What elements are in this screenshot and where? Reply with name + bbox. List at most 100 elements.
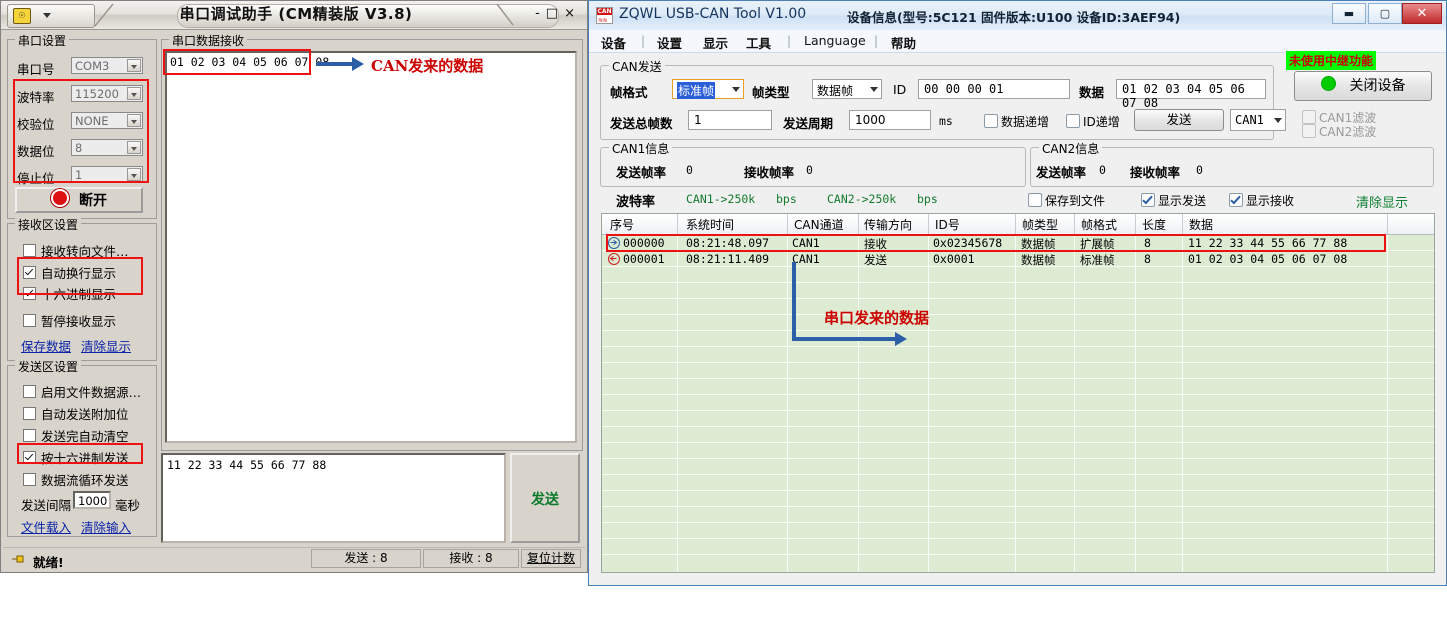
can-data-input[interactable]: 01 02 03 04 05 06 07 08 (1116, 79, 1266, 99)
can-channel-combo[interactable]: CAN1 (1230, 109, 1286, 131)
frame-type-label: 帧类型 (752, 82, 790, 101)
sent-count-cell: 发送 : 8 (311, 549, 421, 568)
table-header-length[interactable]: 长度 (1142, 216, 1166, 233)
checkbox-enable-file-source-label: 启用文件数据源… (41, 385, 141, 400)
annotation-arrow-horiz-serial (792, 337, 897, 341)
grid-line (602, 506, 1434, 507)
serial-window-titlebar: ☉ 串口调试助手 (CM精装版 V3.8) -□× (1, 1, 587, 30)
checkbox-show-send[interactable]: 显示发送 (1141, 192, 1206, 209)
table-header-frame-format[interactable]: 帧格式 (1081, 216, 1117, 233)
chevron-down-icon[interactable] (1274, 118, 1282, 123)
checkbox-show-recv[interactable]: 显示接收 (1229, 192, 1294, 209)
can1-rx-rate-value: 0 (806, 163, 813, 177)
close-device-button-label: 关闭设备 (1350, 78, 1406, 94)
chevron-down-icon[interactable] (732, 87, 740, 92)
chevron-down-icon[interactable] (127, 168, 141, 181)
direction-send-icon (608, 253, 620, 265)
can-id-input[interactable]: 00 00 00 01 (918, 79, 1070, 99)
can-app-icon: CAN ≋≋ (596, 7, 613, 24)
checkbox-hex-display[interactable]: 十六进制显示 (23, 284, 116, 303)
save-data-link[interactable]: 保存数据 (21, 336, 71, 355)
checkbox-enable-file-source[interactable]: 启用文件数据源… (23, 382, 141, 401)
checkbox-icon (23, 451, 36, 464)
reset-counter-button[interactable]: 复位计数 (521, 549, 581, 568)
chevron-down-icon[interactable] (127, 141, 141, 154)
table-header-channel[interactable]: CAN通道 (794, 216, 844, 233)
databits-value: 8 (75, 141, 82, 155)
table-header-data[interactable]: 数据 (1189, 216, 1213, 233)
send-interval-unit: 毫秒 (115, 495, 140, 514)
menu-display[interactable]: 显示 (703, 33, 728, 52)
menu-device[interactable]: 设备 (601, 33, 626, 52)
checkbox-recv-to-file[interactable]: 接收转向文件… (23, 241, 129, 260)
can-device-info: 设备信息(型号:5C121 固件版本:U100 设备ID:3AEF94) (847, 7, 1180, 26)
chevron-down-icon[interactable] (43, 13, 51, 18)
checkbox-data-increment[interactable]: 数据递增 (984, 113, 1049, 130)
serial-send-button[interactable]: 发送 (510, 453, 580, 543)
recv-data-caption: 串口数据接收 (169, 32, 247, 49)
clear-display-link[interactable]: 清除显示 (81, 336, 131, 355)
close-icon[interactable]: × (564, 6, 581, 21)
annotation-arrow-vert-serial (792, 262, 796, 341)
chevron-down-icon[interactable] (127, 59, 141, 72)
frame-format-combo[interactable]: 标准帧 (672, 79, 744, 99)
can-minimize-button[interactable]: ▬ (1332, 3, 1366, 24)
checkbox-auto-append[interactable]: 自动发送附加位 (23, 404, 129, 423)
checkbox-save-to-file[interactable]: 保存到文件 (1028, 192, 1105, 209)
recv-data-textarea[interactable]: 01 02 03 04 05 06 07 08 (165, 51, 577, 443)
maximize-icon[interactable]: □ (546, 6, 564, 21)
table-row[interactable]: 000000 08:21:48.097 CAN1 接收 0x02345678 数… (602, 235, 1434, 251)
grid-line (602, 298, 1434, 299)
table-header-direction[interactable]: 传输方向 (864, 216, 912, 233)
chevron-down-icon[interactable] (870, 87, 878, 92)
parity-value: NONE (75, 114, 109, 128)
grid-line (602, 522, 1434, 523)
menu-help[interactable]: 帮助 (891, 33, 916, 52)
send-data-textarea[interactable]: 11 22 33 44 55 66 77 88 (161, 453, 506, 543)
can-message-table[interactable]: 序号 系统时间 CAN通道 传输方向 ID号 帧类型 帧格式 长度 数据 (601, 213, 1435, 573)
serial-window-title: 串口调试助手 (CM精装版 V3.8) (101, 1, 491, 28)
can-close-button[interactable]: ✕ (1402, 3, 1442, 24)
checkbox-id-increment[interactable]: ID递增 (1066, 113, 1120, 130)
table-row[interactable]: 000001 08:21:11.409 CAN1 发送 0x0001 数据帧 标… (602, 251, 1434, 267)
chevron-down-icon[interactable] (127, 114, 141, 127)
table-header-index[interactable]: 序号 (610, 216, 634, 233)
frame-type-combo[interactable]: 数据帧 (812, 79, 882, 99)
clear-input-link[interactable]: 清除输入 (81, 517, 131, 536)
checkbox-pause-recv[interactable]: 暂停接收显示 (23, 311, 116, 330)
checkbox-hex-send[interactable]: 按十六进制发送 (23, 448, 129, 467)
checkbox-auto-wrap[interactable]: 自动换行显示 (23, 263, 116, 282)
can-maximize-button[interactable]: ▢ (1368, 3, 1402, 24)
table-header-id[interactable]: ID号 (935, 216, 960, 233)
send-interval-input[interactable]: 1000 (73, 491, 111, 509)
total-frames-input[interactable]: 1 (688, 110, 772, 130)
grid-line (602, 378, 1434, 379)
disconnect-button[interactable]: 断开 (15, 187, 143, 213)
clear-display-link[interactable]: 清除显示 (1356, 192, 1408, 211)
menu-settings[interactable]: 设置 (657, 33, 682, 52)
menu-language[interactable]: Language (804, 33, 866, 48)
checkbox-can2-filter[interactable]: CAN2滤波 (1302, 123, 1376, 140)
minimize-icon[interactable]: - (535, 6, 546, 21)
table-header-time[interactable]: 系统时间 (686, 216, 734, 233)
checkbox-clear-after-send[interactable]: 发送完自动清空 (23, 426, 129, 445)
send-interval-value: 1000 (78, 494, 107, 508)
stopbits-combo[interactable]: 1 (71, 166, 143, 183)
send-period-unit: ms (939, 114, 953, 128)
checkbox-loop-send[interactable]: 数据流循环发送 (23, 470, 129, 489)
chevron-down-icon[interactable] (127, 87, 141, 100)
menu-tools[interactable]: 工具 (746, 33, 771, 52)
baudrate-combo[interactable]: 115200 (71, 85, 143, 102)
load-file-link[interactable]: 文件载入 (21, 517, 71, 536)
can-channel-value: CAN1 (1235, 113, 1264, 127)
send-period-input[interactable]: 1000 (849, 110, 931, 130)
table-header-frame-type[interactable]: 帧类型 (1022, 216, 1058, 233)
parity-combo[interactable]: NONE (71, 112, 143, 129)
stopbits-label: 停止位 (17, 168, 55, 187)
can-send-button[interactable]: 发送 (1134, 109, 1224, 131)
port-number-combo[interactable]: COM3 (71, 57, 143, 74)
databits-combo[interactable]: 8 (71, 139, 143, 156)
close-device-button[interactable]: 关闭设备 (1294, 71, 1432, 101)
can1-rx-rate-label: 接收帧率 (744, 162, 794, 181)
grid-line (602, 458, 1434, 459)
